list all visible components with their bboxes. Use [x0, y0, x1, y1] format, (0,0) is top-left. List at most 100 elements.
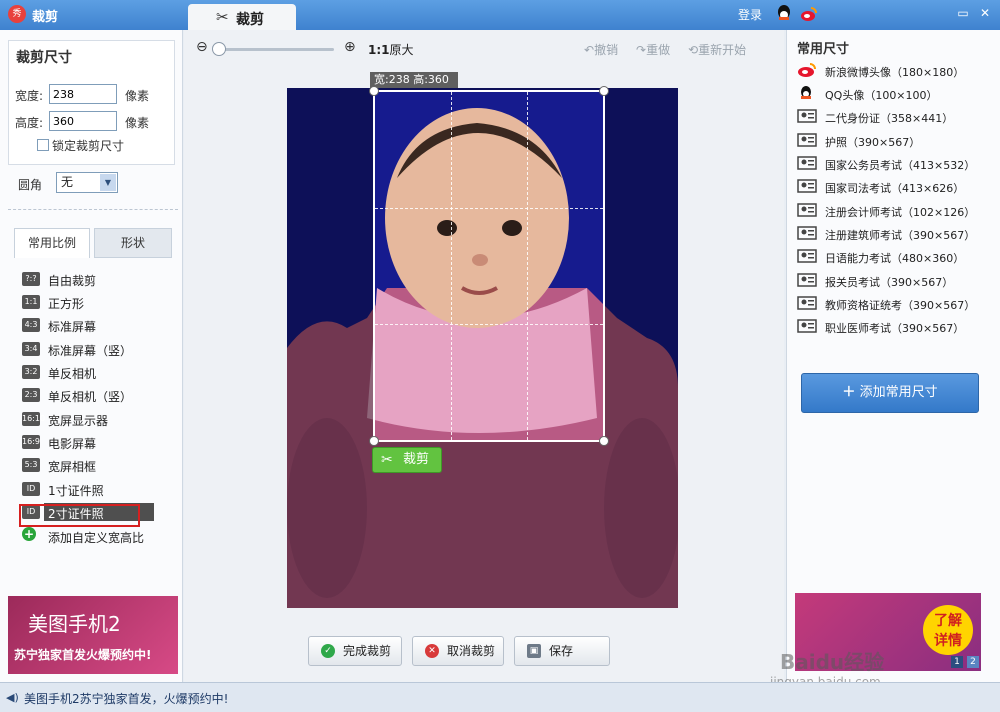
chevron-down-icon[interactable]: ▼ — [100, 174, 116, 191]
baidu-watermark: Baidu经验 — [780, 650, 885, 674]
zoom-slider[interactable] — [214, 48, 334, 51]
zoom-slider-handle[interactable] — [212, 42, 226, 56]
preset-civil-service[interactable]: 国家公务员考试（413×532） — [787, 155, 1000, 175]
add-custom-ratio[interactable]: + 添加自定义宽高比 — [0, 527, 183, 547]
height-input[interactable] — [49, 111, 117, 131]
maximize-button[interactable]: ▭ — [956, 6, 970, 20]
preset-teacher-cert[interactable]: 教师资格证统考（390×567） — [787, 295, 1000, 315]
preset-architect-exam[interactable]: 注册建筑师考试（390×567） — [787, 225, 1000, 245]
ratio-item-16-9[interactable]: 16:9 电影屏幕 — [0, 433, 183, 453]
tab-common-ratio[interactable]: 常用比例 — [14, 228, 90, 258]
lock-size-label: 锁定裁剪尺寸 — [52, 139, 125, 153]
preset-qq-avatar[interactable]: QQ头像（100×100） — [787, 85, 1000, 105]
preset-passport[interactable]: 护照（390×567） — [787, 132, 1000, 152]
redo-label: 重做 — [646, 43, 671, 57]
preset-customs-exam[interactable]: 报关员考试（390×567） — [787, 272, 1000, 292]
plus-icon: ＋ — [842, 385, 856, 400]
restart-button[interactable]: ⟲重新开始 — [688, 41, 746, 58]
grid-line — [451, 92, 452, 440]
actual-size-button[interactable]: 1:1原大 — [368, 41, 414, 58]
crop-handle-top-right[interactable] — [599, 86, 609, 96]
ratio-badge-icon: 3:4 — [22, 342, 40, 356]
add-custom-ratio-label: 添加自定义宽高比 — [48, 531, 145, 545]
preset-label: 职业医师考试（390×567） — [825, 322, 965, 335]
crop-handle-bottom-left[interactable] — [369, 436, 379, 446]
zoom-in-icon[interactable]: ⊕ — [344, 39, 356, 55]
ratio-item-3-4[interactable]: 3:4 标准屏幕（竖） — [0, 340, 183, 360]
save-icon: ▣ — [527, 644, 541, 658]
add-common-size-button[interactable]: ＋ 添加常用尺寸 — [801, 373, 979, 413]
zoom-out-icon[interactable]: ⊖ — [196, 39, 208, 55]
ratio-label: 宽屏显示器 — [48, 414, 109, 428]
finish-crop-button[interactable]: ✓ 完成裁剪 — [308, 636, 402, 666]
ratio-item-4-3[interactable]: 4:3 标准屏幕 — [0, 316, 183, 336]
ad-banner-left[interactable]: 美图手机2 苏宁独家首发火爆预约中! — [8, 596, 178, 674]
qq-icon[interactable] — [776, 5, 792, 23]
ratio-item-1-inch-id[interactable]: ID 1寸证件照 — [0, 480, 183, 500]
preset-label: 日语能力考试（480×360） — [825, 252, 965, 265]
right-panel: 常用尺寸 新浪微博头像（180×180） QQ头像（100×100） 二代身份证… — [786, 30, 1000, 682]
preset-label: 教师资格证统考（390×567） — [825, 299, 976, 312]
qq-icon — [801, 86, 811, 99]
preset-weibo-avatar[interactable]: 新浪微博头像（180×180） — [787, 62, 1000, 82]
app-title: 裁剪 — [32, 10, 59, 25]
tab-crop[interactable]: ✂ 裁剪 — [188, 4, 296, 30]
status-bar: ◀) 美图手机2苏宁独家首发，火爆预约中! — [0, 682, 1000, 712]
undo-button[interactable]: ↶撤销 — [584, 41, 618, 58]
ratio-item-5-3[interactable]: 5:3 宽屏相框 — [0, 456, 183, 476]
ratio-item-free[interactable]: ?:? 自由裁剪 — [0, 270, 183, 290]
ratio-label: 1寸证件照 — [48, 484, 104, 498]
preset-judicial-exam[interactable]: 国家司法考试（413×626） — [787, 178, 1000, 198]
apply-crop-button[interactable]: ✂ 裁剪 — [372, 447, 442, 473]
actual-size-label: 原大 — [389, 43, 414, 57]
save-button[interactable]: ▣ 保存 — [514, 636, 610, 666]
check-icon: ✓ — [321, 644, 335, 658]
redo-button[interactable]: ↷重做 — [636, 41, 670, 58]
preset-id-card[interactable]: 二代身份证（358×441） — [787, 108, 1000, 128]
learn-more-badge[interactable]: 了解 详情 — [923, 605, 973, 655]
ad-subtitle: 苏宁独家首发火爆预约中! — [14, 648, 152, 662]
plus-icon: + — [22, 527, 36, 541]
preset-label: 二代身份证（358×441） — [825, 112, 954, 125]
crop-dimension-tag: 宽:238 高:360 — [370, 72, 458, 88]
ratio-badge-icon: ?:? — [22, 272, 40, 286]
ratio-badge-icon: 3:2 — [22, 365, 40, 379]
learn-more-line2: 详情 — [934, 633, 962, 649]
ad-page-1[interactable]: 1 — [951, 656, 963, 668]
ratio-item-16-10[interactable]: 16:10 宽屏显示器 — [0, 410, 183, 430]
cancel-crop-label: 取消裁剪 — [447, 644, 496, 658]
preset-jlpt[interactable]: 日语能力考试（480×360） — [787, 248, 1000, 268]
speaker-icon: ◀) — [6, 691, 19, 704]
preset-cpa-exam[interactable]: 注册会计师考试（102×126） — [787, 202, 1000, 222]
crop-mask-right — [605, 88, 678, 608]
preset-label: 报关员考试（390×567） — [825, 276, 954, 289]
preset-label: 注册会计师考试（102×126） — [825, 206, 976, 219]
crop-frame[interactable] — [369, 86, 609, 446]
weibo-icon[interactable] — [800, 5, 818, 23]
lock-size-checkbox[interactable] — [37, 139, 49, 151]
status-text[interactable]: 美图手机2苏宁独家首发，火爆预约中! — [24, 690, 228, 707]
ratio-item-2-3[interactable]: 2:3 单反相机（竖） — [0, 386, 183, 406]
ratio-item-3-2[interactable]: 3:2 单反相机 — [0, 363, 183, 383]
add-common-size-label: 添加常用尺寸 — [859, 385, 938, 400]
crop-mask-left — [287, 88, 373, 608]
preset-physician-exam[interactable]: 职业医师考试（390×567） — [787, 318, 1000, 338]
ad-page-2[interactable]: 2 — [967, 656, 979, 668]
tab-shape[interactable]: 形状 — [94, 228, 172, 258]
crop-handle-top-left[interactable] — [369, 86, 379, 96]
cancel-crop-button[interactable]: ✕ 取消裁剪 — [412, 636, 504, 666]
login-link[interactable]: 登录 — [738, 6, 762, 23]
editor-toolbar: ⊖ ⊕ 1:1原大 ↶撤销 ↷重做 ⟲重新开始 — [184, 30, 784, 64]
round-corner-select[interactable]: 无 ▼ — [56, 172, 118, 193]
id-photo-icon — [797, 179, 817, 193]
id-photo-icon — [797, 133, 817, 147]
ratio-item-square[interactable]: 1:1 正方形 — [0, 293, 183, 313]
width-input[interactable] — [49, 84, 117, 104]
id-photo-icon: ID — [22, 482, 40, 496]
ratio-label: 标准屏幕（竖） — [48, 344, 133, 358]
close-button[interactable]: ✕ — [978, 6, 992, 20]
crop-handle-bottom-right[interactable] — [599, 436, 609, 446]
round-corner-value: 无 — [61, 175, 74, 189]
actual-size-ratio: 1:1 — [368, 43, 390, 57]
undo-label: 撤销 — [594, 43, 619, 57]
